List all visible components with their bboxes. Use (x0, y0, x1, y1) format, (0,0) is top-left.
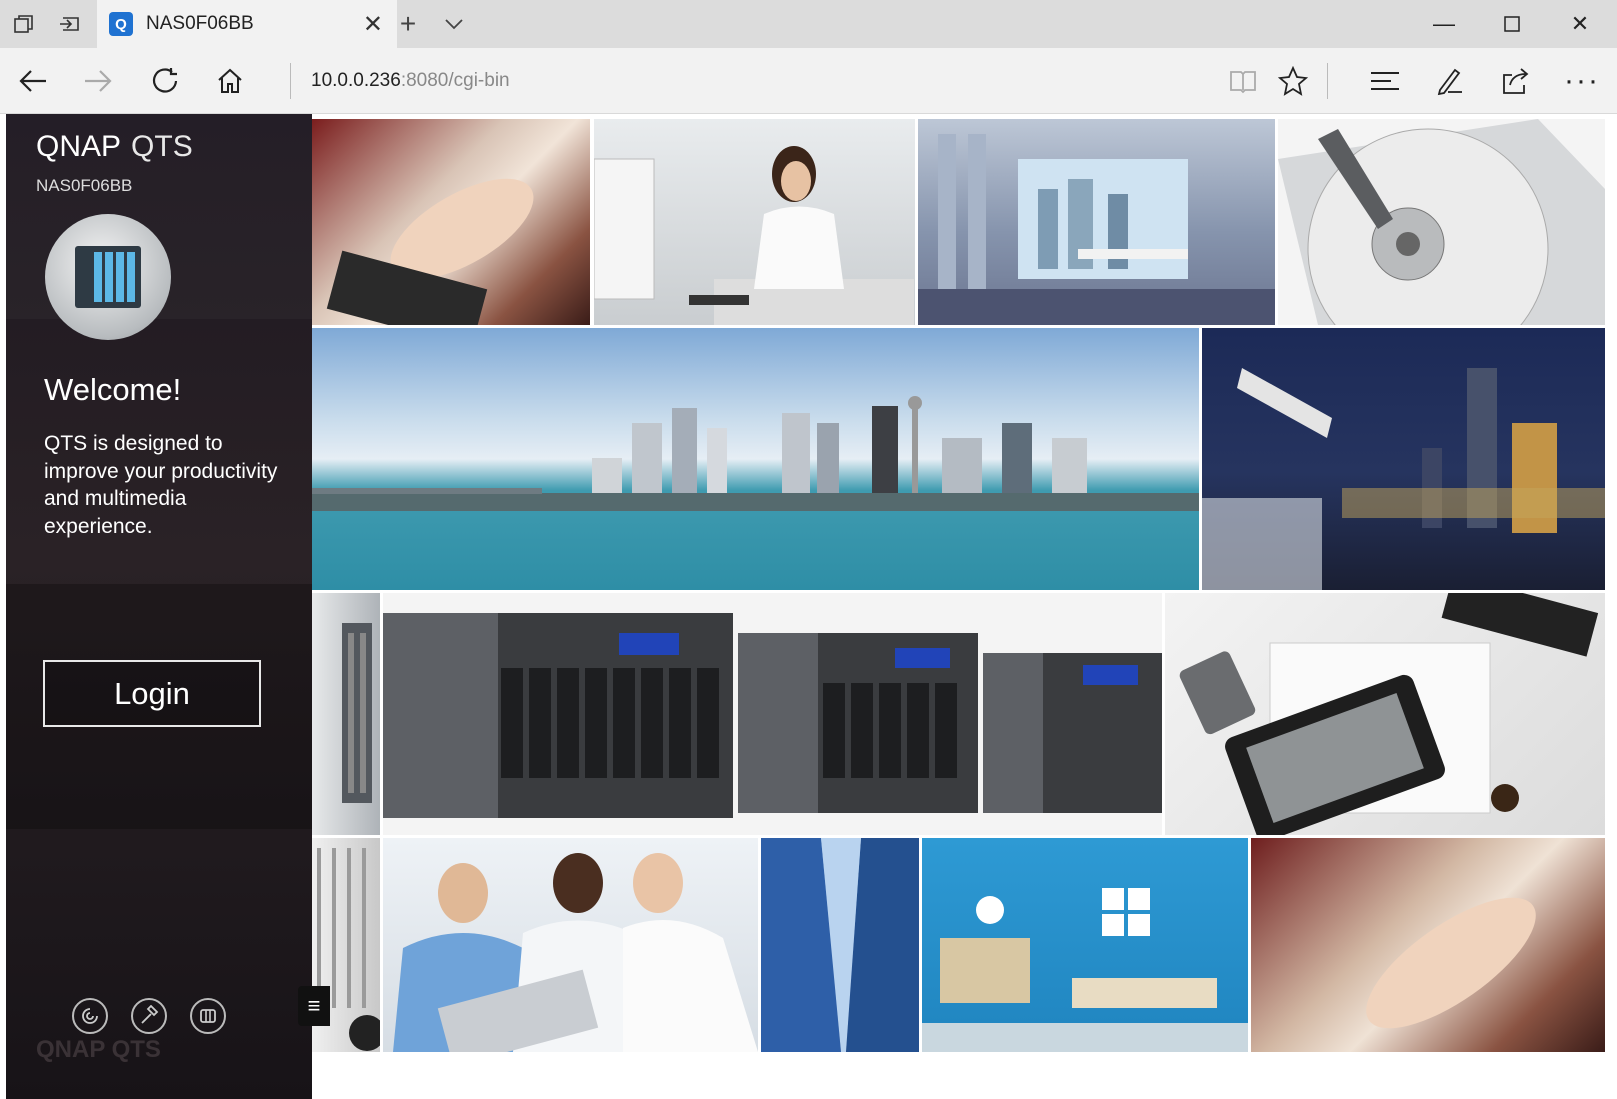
back-icon[interactable] (8, 56, 58, 106)
photo-touchscreen (312, 119, 590, 325)
tab-title: NAS0F06BB (146, 13, 254, 34)
nas-device-icon (45, 214, 171, 340)
photo-desk-tablet (1165, 593, 1605, 835)
login-button[interactable]: Login (43, 660, 261, 727)
forward-icon[interactable] (73, 56, 123, 106)
pen-icon[interactable] (1425, 56, 1475, 106)
photo-blue-office (922, 838, 1248, 1052)
refresh-icon[interactable] (140, 56, 190, 106)
photo-server-room (312, 593, 380, 835)
navigation-bar: 10.0.0.236:8080/cgi-bin ··· (0, 48, 1617, 114)
photo-skyscrapers (761, 838, 919, 1052)
more-icon[interactable]: ··· (1557, 56, 1607, 106)
photo-modern-office (918, 119, 1275, 325)
home-icon[interactable] (205, 56, 255, 106)
welcome-description: QTS is designed to improve your producti… (44, 432, 278, 538)
menu-icon[interactable]: ≡ (298, 986, 330, 1026)
welcome-heading: Welcome! (44, 372, 182, 407)
nas-hostname: NAS0F06BB (36, 176, 133, 195)
address-host: 10.0.0.236 (311, 70, 401, 91)
photo-touchscreen-finger (1251, 838, 1605, 1052)
new-tab-icon[interactable]: + (384, 0, 432, 48)
tab-set-aside-icon[interactable] (0, 0, 48, 48)
tab-active[interactable]: Q NAS0F06BB ✕ (97, 0, 397, 48)
qfinder-icon[interactable] (72, 998, 108, 1034)
brand-qnap: QNAP (36, 130, 122, 163)
qnap-watermark: QNAP QTS (36, 1036, 161, 1063)
address-bar[interactable]: 10.0.0.236:8080/cgi-bin (290, 63, 510, 99)
tab-preview-icon[interactable] (46, 0, 94, 48)
maximize-icon[interactable] (1478, 0, 1546, 48)
photo-office-woman (594, 119, 915, 325)
hub-icon[interactable] (1360, 56, 1410, 106)
app-store-icon[interactable] (190, 998, 226, 1034)
star-icon[interactable] (1268, 56, 1318, 106)
minimize-icon[interactable]: — (1410, 0, 1478, 48)
photo-city-skyline (312, 328, 1199, 590)
tab-close-icon[interactable]: ✕ (363, 10, 383, 39)
login-sidebar: QNAP QTS NAS0F06BB Welcome! QTS is design… (6, 114, 312, 1099)
toolbar-separator (1327, 63, 1328, 99)
qnap-favicon-icon: Q (109, 12, 133, 36)
hammer-icon[interactable] (131, 998, 167, 1034)
photo-hard-drive (1278, 119, 1605, 325)
photo-qnap-nas-devices (383, 593, 1162, 835)
chevron-down-icon[interactable] (430, 0, 478, 48)
share-icon[interactable] (1490, 56, 1540, 106)
photo-team-laptop (383, 838, 758, 1052)
brand-logo: QNAP QTS (36, 130, 193, 164)
address-path: :8080/cgi-bin (400, 70, 510, 91)
brand-qts: QTS (131, 130, 193, 163)
close-window-icon[interactable]: ✕ (1546, 0, 1614, 48)
photo-security-camera-night (1202, 328, 1605, 590)
reading-view-icon[interactable] (1218, 56, 1268, 106)
title-bar: Q NAS0F06BB ✕ + — ✕ (0, 0, 1617, 48)
page-content: QNAP QTS NAS0F06BB Welcome! QTS is design… (0, 114, 1617, 1099)
